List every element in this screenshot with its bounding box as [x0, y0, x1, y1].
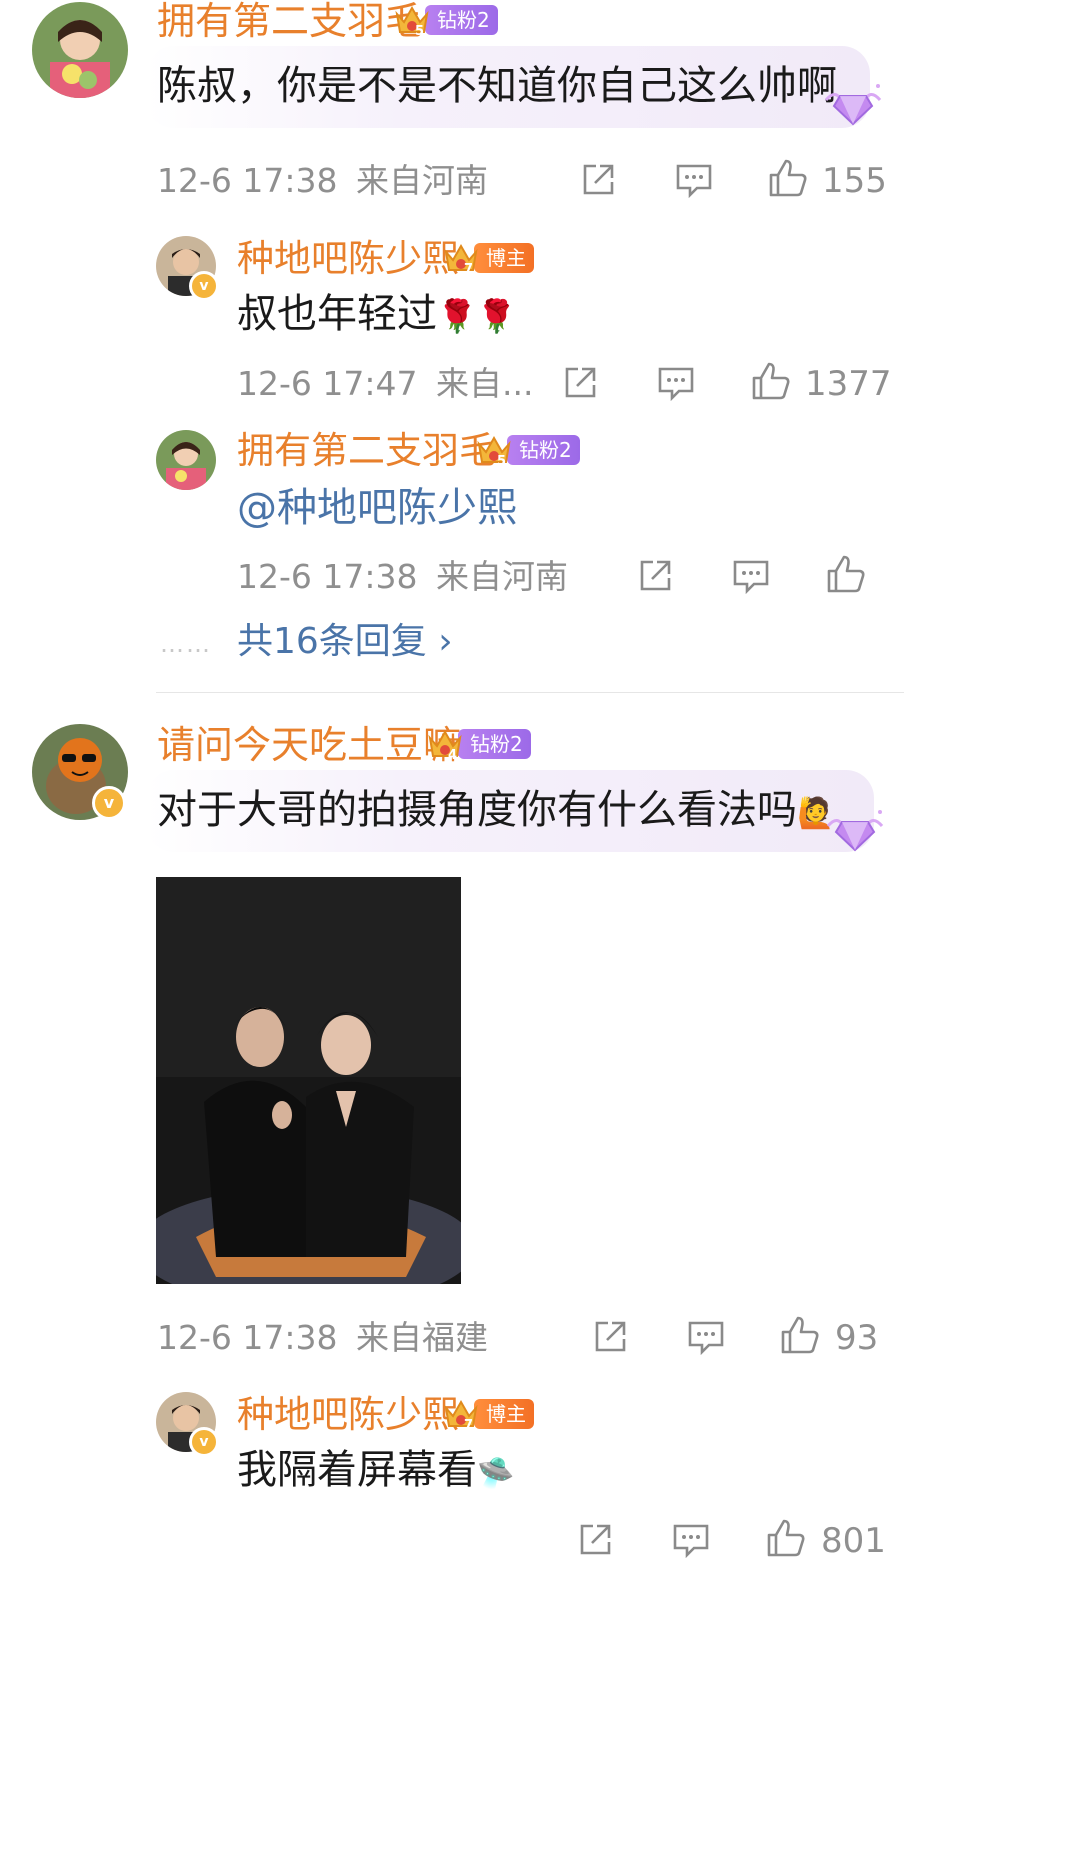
- more-dots: ……: [160, 630, 212, 658]
- svg-text:5: 5: [415, 24, 424, 38]
- location: 来自福建: [356, 1318, 488, 1357]
- reply-text: 我隔着屏幕看🛸: [237, 1450, 514, 1490]
- blogger-badge[interactable]: 7 博主: [442, 241, 534, 276]
- comment-icon[interactable]: [672, 1522, 710, 1558]
- crown-icon: 7: [444, 243, 478, 276]
- time: 12-6 17:38: [237, 557, 418, 596]
- badge-label: 钻粉2: [507, 435, 580, 465]
- rose-emoji: 🌹🌹: [437, 297, 517, 335]
- like-count: 801: [821, 1521, 886, 1561]
- reply-time: 12-6 17:47 来自...: [237, 367, 533, 400]
- blogger-badge[interactable]: 7 博主: [442, 1397, 534, 1432]
- badge-label: 钻粉2: [458, 729, 531, 759]
- fan-badge[interactable]: 4 钻粉2: [426, 727, 531, 762]
- diamond-decoration-icon: [824, 804, 886, 856]
- divider: [156, 692, 904, 693]
- share-icon[interactable]: [562, 365, 598, 401]
- share-icon[interactable]: [637, 558, 673, 594]
- comment-text: 陈叔，你是不是不知道你自己这么帅啊: [157, 63, 837, 109]
- badge-label: 钻粉2: [425, 5, 498, 35]
- avatar[interactable]: [32, 2, 128, 98]
- like-icon[interactable]: [751, 361, 791, 401]
- like-icon[interactable]: [780, 1315, 820, 1355]
- share-icon[interactable]: [577, 1522, 613, 1558]
- comment-text: 对于大哥的拍摄角度你有什么看法吗🙋: [157, 790, 834, 830]
- comment-icon[interactable]: [687, 1319, 725, 1355]
- username[interactable]: 种地吧陈少熙: [237, 240, 459, 277]
- svg-text:4: 4: [448, 748, 457, 762]
- comment-icon[interactable]: [732, 558, 770, 594]
- time: 12-6 17:38: [157, 1318, 338, 1357]
- comment-time: 12-6 17:38 来自福建: [157, 1321, 488, 1354]
- share-icon[interactable]: [580, 162, 616, 198]
- like-count: 155: [822, 161, 887, 201]
- location: 来自河南: [436, 557, 568, 596]
- location: 来自河南: [356, 161, 488, 200]
- crown-icon: 4: [428, 729, 462, 762]
- reply-text: 叔也年轻过🌹🌹: [237, 294, 517, 334]
- comment-text-content: 对于大哥的拍摄角度你有什么看法吗: [157, 787, 797, 833]
- like-count: 1377: [805, 364, 892, 404]
- crown-icon: 5: [477, 435, 511, 468]
- mention-link[interactable]: @种地吧陈少熙: [237, 488, 517, 528]
- username[interactable]: 拥有第二支羽毛: [157, 2, 423, 40]
- comment-icon[interactable]: [675, 162, 713, 198]
- verified-icon: v: [189, 1427, 219, 1457]
- reply-text-content: 叔也年轻过: [237, 291, 437, 337]
- more-replies-link[interactable]: 共16条回复 ›: [237, 624, 453, 660]
- username[interactable]: 拥有第二支羽毛: [237, 432, 496, 469]
- svg-text:7: 7: [464, 1418, 473, 1432]
- avatar[interactable]: [156, 430, 216, 490]
- like-count: 93: [835, 1318, 879, 1358]
- time: 12-6 17:47: [237, 364, 418, 403]
- time: 12-6 17:38: [157, 161, 338, 200]
- comment-time: 12-6 17:38 来自河南: [157, 164, 488, 197]
- fan-badge[interactable]: 5 钻粉2: [475, 433, 580, 468]
- comment-icon[interactable]: [657, 365, 695, 401]
- verified-icon: v: [92, 786, 126, 820]
- diamond-decoration-icon: [822, 78, 884, 130]
- svg-text:7: 7: [464, 262, 473, 276]
- badge-label: 博主: [474, 1399, 534, 1429]
- crown-icon: 5: [395, 5, 429, 38]
- ultraman-emoji: 🛸: [477, 1456, 515, 1491]
- badge-label: 博主: [474, 243, 534, 273]
- crown-icon: 7: [444, 1399, 478, 1432]
- like-icon[interactable]: [768, 158, 808, 198]
- svg-text:5: 5: [497, 454, 506, 468]
- comment-photo[interactable]: [156, 877, 461, 1284]
- username[interactable]: 请问今天吃土豆嘛: [157, 726, 461, 764]
- reply-time: 12-6 17:38 来自河南: [237, 560, 568, 593]
- like-icon[interactable]: [766, 1518, 806, 1558]
- like-icon[interactable]: [826, 554, 866, 594]
- username[interactable]: 种地吧陈少熙: [237, 1396, 459, 1433]
- verified-icon: v: [189, 271, 219, 301]
- location: 来自...: [436, 364, 534, 403]
- fan-badge[interactable]: 5 钻粉2: [393, 3, 498, 38]
- share-icon[interactable]: [592, 1319, 628, 1355]
- reply-text-content: 我隔着屏幕看: [237, 1447, 477, 1493]
